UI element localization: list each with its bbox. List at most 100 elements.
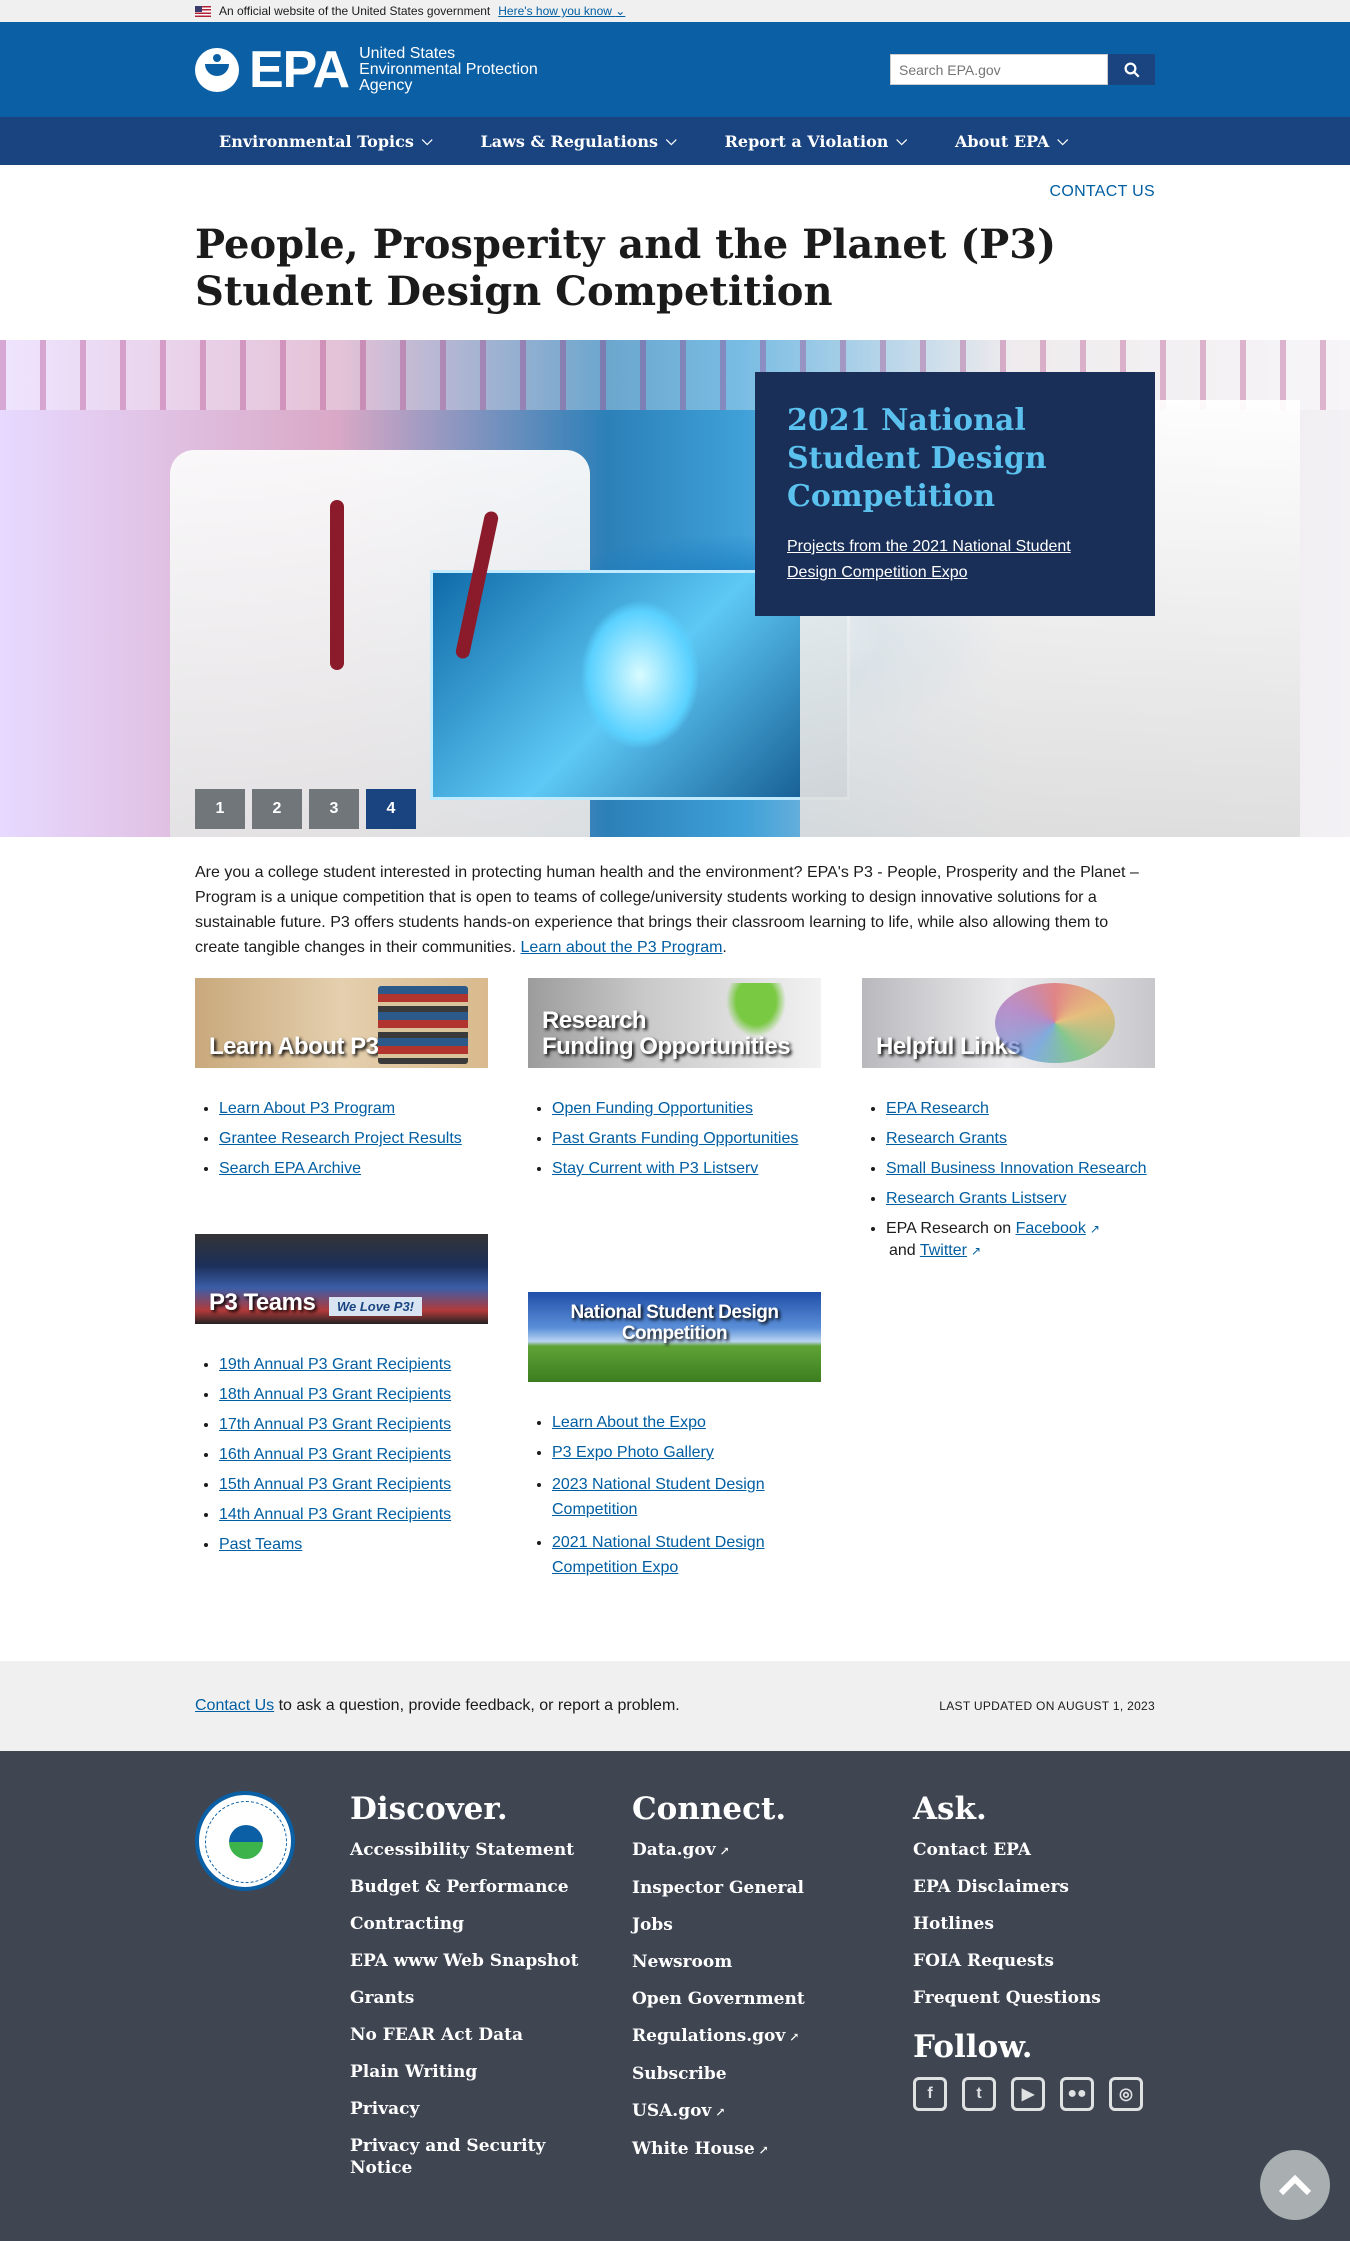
footer-link-jobs[interactable]: Jobs [632, 1914, 892, 1936]
list-item: 19th Annual P3 Grant Recipients [219, 1354, 488, 1376]
nav-report-violation[interactable]: Report a Violation ⌵ [725, 132, 907, 151]
footer-link-contracting[interactable]: Contracting [350, 1913, 610, 1935]
footer-link-subscribe[interactable]: Subscribe [632, 2063, 892, 2085]
search-button[interactable] [1108, 54, 1155, 85]
back-to-top-button[interactable] [1260, 2150, 1330, 2220]
learn-about-expo-link[interactable]: Learn About the Expo [552, 1414, 706, 1431]
p3-listserv-link[interactable]: Stay Current with P3 Listserv [552, 1160, 758, 1177]
facebook-icon[interactable]: f [913, 2077, 947, 2111]
footer-link-budget[interactable]: Budget & Performance [350, 1876, 610, 1898]
chevron-up-icon [1278, 2174, 1312, 2196]
search-archive-link[interactable]: Search EPA Archive [219, 1160, 361, 1177]
chevron-down-icon: ⌄ [615, 4, 626, 18]
list-item: 16th Annual P3 Grant Recipients [219, 1444, 488, 1466]
footer-link-regulations-gov[interactable]: Regulations.gov ↗ [632, 2025, 892, 2048]
hero-promo-box: 2021 National Student Design Competition… [755, 372, 1155, 616]
twitter-link[interactable]: Twitter [920, 1242, 967, 1259]
research-funding-image[interactable]: Research Funding Opportunities [528, 978, 821, 1068]
how-you-know-link[interactable]: Here's how you know ⌄ [498, 0, 625, 22]
last-updated: LAST UPDATED ON AUGUST 1, 2023 [939, 1699, 1155, 1713]
learn-about-p3-image[interactable]: Learn About P3 [195, 978, 488, 1068]
footer-link-web-snapshot[interactable]: EPA www Web Snapshot [350, 1950, 610, 1972]
footer-link-plain-writing[interactable]: Plain Writing [350, 2061, 610, 2083]
national-competition-image[interactable]: National Student Design Competition [528, 1292, 821, 1382]
learn-about-p3-program-link[interactable]: Learn About P3 Program [219, 1100, 395, 1117]
footer-link-privacy-security[interactable]: Privacy and Security Notice [350, 2135, 570, 2179]
list-item: EPA Research on Facebook↗and Twitter↗ [886, 1218, 1155, 1262]
carousel-page-3[interactable]: 3 [309, 789, 359, 829]
helpful-links-image[interactable]: Helpful Links [862, 978, 1155, 1068]
image-label: Research Funding Opportunities [542, 1007, 791, 1060]
hero-image-rod [330, 500, 344, 670]
carousel-page-4[interactable]: 4 [366, 789, 416, 829]
footer-link-foia[interactable]: FOIA Requests [913, 1950, 1173, 1972]
search-input[interactable] [890, 54, 1108, 85]
card-helpful-links: Helpful Links EPA Research Research Gran… [862, 978, 1155, 1270]
contact-us-link[interactable]: CONTACT US [1049, 183, 1155, 201]
learn-p3-program-link[interactable]: Learn about the P3 Program [521, 939, 723, 956]
epa-research-link[interactable]: EPA Research [886, 1100, 989, 1117]
main-nav: Environmental Topics ⌵ Laws & Regulations… [0, 117, 1350, 165]
research-grants-link[interactable]: Research Grants [886, 1130, 1007, 1147]
epa-logo[interactable]: EPA United States Environmental Protecti… [195, 44, 538, 96]
nav-about-epa[interactable]: About EPA ⌵ [955, 132, 1068, 151]
open-funding-link[interactable]: Open Funding Opportunities [552, 1100, 753, 1117]
footer-link-grants[interactable]: Grants [350, 1987, 610, 2009]
card-learn-about-p3: Learn About P3 Learn About P3 Program Gr… [195, 978, 488, 1188]
footer-connect: Connect. Data.gov ↗ Inspector General Job… [632, 1789, 892, 2176]
grantee-results-link[interactable]: Grantee Research Project Results [219, 1130, 462, 1147]
twitter-icon[interactable]: t [962, 2077, 996, 2111]
footer-link-disclaimers[interactable]: EPA Disclaimers [913, 1876, 1173, 1898]
p3-teams-image[interactable]: P3 Teams We Love P3! [195, 1234, 488, 1324]
grant-recipients-18-link[interactable]: 18th Annual P3 Grant Recipients [219, 1386, 451, 1403]
grant-recipients-15-link[interactable]: 15th Annual P3 Grant Recipients [219, 1476, 451, 1493]
list-item: 15th Annual P3 Grant Recipients [219, 1474, 488, 1496]
footer-link-hotlines[interactable]: Hotlines [913, 1913, 1173, 1935]
footer-link-newsroom[interactable]: Newsroom [632, 1951, 892, 1973]
list-item: Search EPA Archive [219, 1158, 488, 1180]
expo-photo-gallery-link[interactable]: P3 Expo Photo Gallery [552, 1444, 714, 1461]
past-teams-link[interactable]: Past Teams [219, 1536, 302, 1553]
promo-link[interactable]: Projects from the 2021 National Student … [787, 534, 1123, 586]
footer-link-accessibility[interactable]: Accessibility Statement [350, 1839, 610, 1861]
footer-link-white-house[interactable]: White House ↗ [632, 2138, 892, 2161]
youtube-icon[interactable]: ▶ [1011, 2077, 1045, 2111]
link-cards: Learn About P3 Learn About P3 Program Gr… [195, 978, 1155, 1658]
sbir-link[interactable]: Small Business Innovation Research [886, 1160, 1147, 1177]
footer-contact-us-link[interactable]: Contact Us [195, 1697, 274, 1714]
footer-link-faq[interactable]: Frequent Questions [913, 1987, 1173, 2009]
footer-discover: Discover. Accessibility Statement Budget… [350, 1789, 610, 2194]
list-item: Grantee Research Project Results [219, 1128, 488, 1150]
nav-laws-regulations[interactable]: Laws & Regulations ⌵ [480, 132, 676, 151]
grant-recipients-19-link[interactable]: 19th Annual P3 Grant Recipients [219, 1356, 451, 1373]
footer-link-open-government[interactable]: Open Government [632, 1988, 892, 2010]
flickr-icon[interactable]: ●● [1060, 2077, 1094, 2111]
carousel-page-1[interactable]: 1 [195, 789, 245, 829]
footer-link-no-fear[interactable]: No FEAR Act Data [350, 2024, 610, 2046]
instagram-icon[interactable]: ◎ [1109, 2077, 1143, 2111]
discover-heading: Discover. [350, 1791, 508, 1827]
footer-link-usa-gov[interactable]: USA.gov ↗ [632, 2100, 892, 2123]
carousel-page-2[interactable]: 2 [252, 789, 302, 829]
competition-2023-link[interactable]: 2023 National Student Design Competition [552, 1476, 765, 1518]
card-national-competition: National Student DesignCompetition Learn… [528, 1292, 821, 1588]
past-grants-link[interactable]: Past Grants Funding Opportunities [552, 1130, 798, 1147]
footer-link-data-gov[interactable]: Data.gov ↗ [632, 1839, 892, 1862]
epa-seal-logo [195, 1791, 295, 1891]
grant-recipients-16-link[interactable]: 16th Annual P3 Grant Recipients [219, 1446, 451, 1463]
grant-recipients-14-link[interactable]: 14th Annual P3 Grant Recipients [219, 1506, 451, 1523]
external-link-icon: ↗ [1089, 1222, 1100, 1236]
nav-environmental-topics[interactable]: Environmental Topics ⌵ [219, 132, 432, 151]
feedback-text: Contact Us to ask a question, provide fe… [195, 1697, 680, 1714]
footer-link-contact-epa[interactable]: Contact EPA [913, 1839, 1173, 1861]
facebook-link[interactable]: Facebook [1016, 1220, 1086, 1237]
search-form [890, 54, 1155, 85]
ask-heading: Ask. [913, 1791, 987, 1827]
grant-recipients-17-link[interactable]: 17th Annual P3 Grant Recipients [219, 1416, 451, 1433]
competition-2021-expo-link[interactable]: 2021 National Student Design Competition… [552, 1534, 765, 1576]
list-item: 2021 National Student Design Competition… [552, 1530, 821, 1580]
list-item: Research Grants Listserv [886, 1188, 1155, 1210]
footer-link-inspector-general[interactable]: Inspector General [632, 1877, 892, 1899]
footer-link-privacy[interactable]: Privacy [350, 2098, 610, 2120]
research-grants-listserv-link[interactable]: Research Grants Listserv [886, 1190, 1067, 1207]
